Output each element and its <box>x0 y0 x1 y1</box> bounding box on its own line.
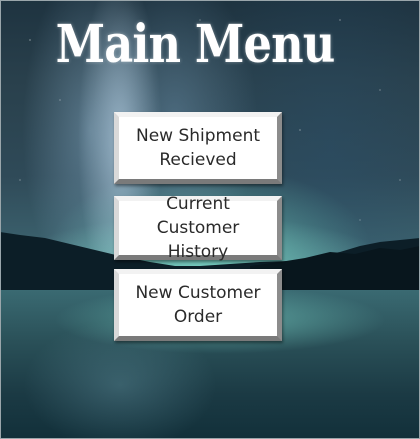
new-shipment-received-button[interactable]: New Shipment Recieved <box>114 112 282 184</box>
page-title: Main Menu <box>55 14 336 75</box>
button-label-line-2: History <box>167 242 229 262</box>
current-customer-history-button[interactable]: Current Customer History <box>114 194 282 262</box>
new-customer-order-button[interactable]: New Customer Order <box>114 269 282 341</box>
button-label-line-1: New Customer <box>135 283 261 303</box>
button-label-line-1: New Shipment <box>135 126 261 146</box>
button-label-line-1: Current Customer <box>156 194 240 238</box>
button-label-line-2: Recieved <box>159 150 237 170</box>
main-menu-screen: Main Menu New Shipment Recieved Current … <box>0 0 420 439</box>
button-label-line-2: Order <box>173 307 223 327</box>
